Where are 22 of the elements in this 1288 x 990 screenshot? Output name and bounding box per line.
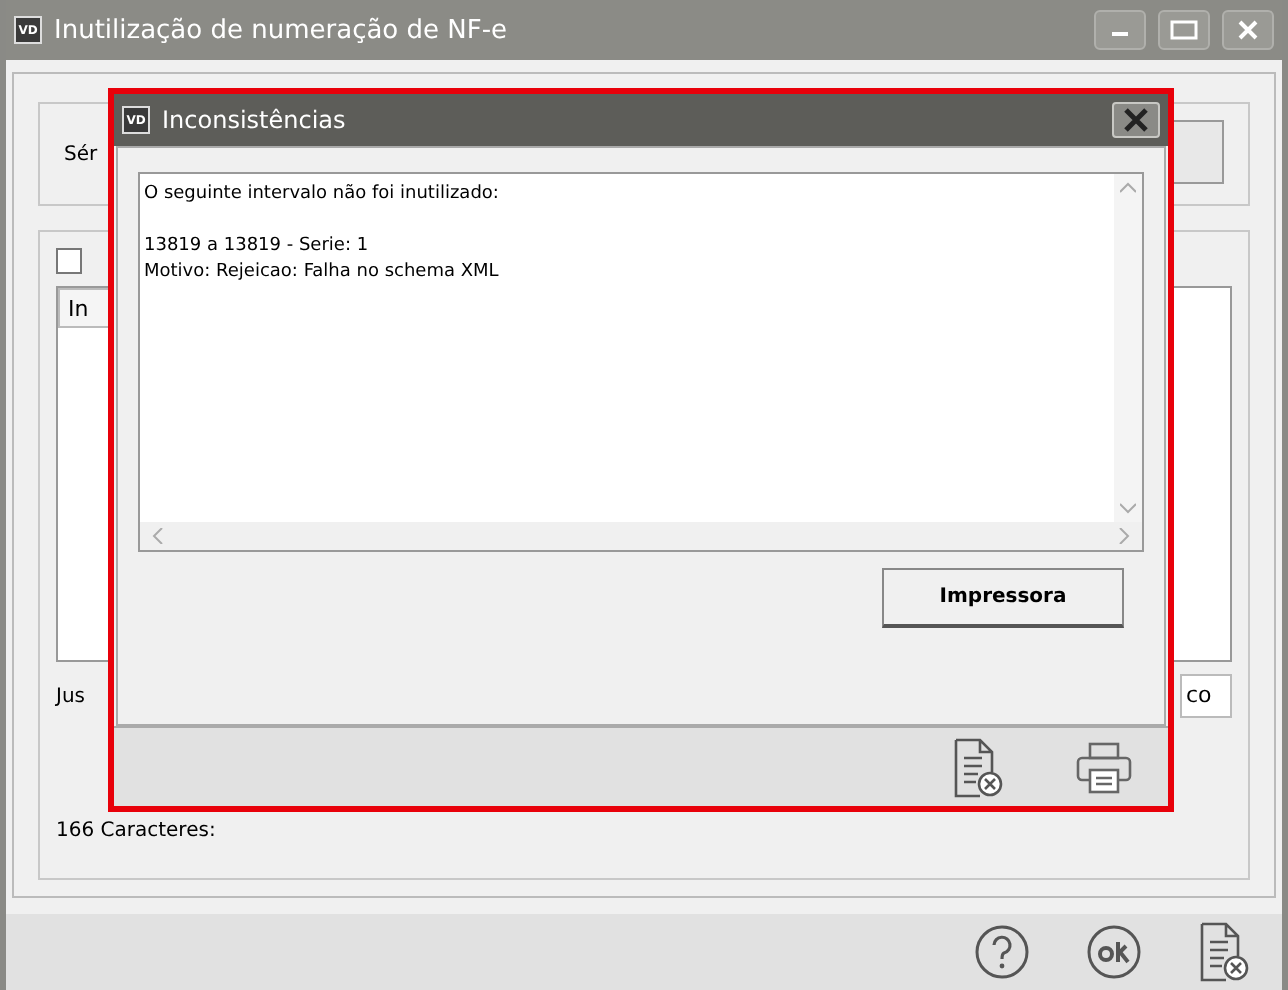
- close-button[interactable]: [1112, 102, 1160, 138]
- scroll-right-icon[interactable]: [1118, 528, 1130, 544]
- maximize-button[interactable]: [1158, 10, 1210, 50]
- close-icon: [1238, 20, 1258, 40]
- message-text: O seguinte intervalo não foi inutilizado: 13819 a 13819 - Serie: 1 Motivo: Rejeicao: Falha no schema XML: [142, 182, 501, 286]
- maximize-icon: [1170, 20, 1198, 40]
- document-cancel-icon: [952, 737, 1004, 797]
- window-title: Inutilização de numeração de NF-e: [54, 15, 510, 45]
- scroll-left-icon[interactable]: [152, 528, 164, 544]
- help-button[interactable]: [974, 924, 1030, 980]
- print-button[interactable]: Impressora: [882, 568, 1124, 628]
- serie-label: Sér: [64, 143, 98, 165]
- dialog-title: Inconsistências: [162, 106, 348, 134]
- close-icon: [1124, 108, 1148, 132]
- document-cancel-icon: [1198, 922, 1250, 982]
- ok-button[interactable]: [1086, 924, 1142, 980]
- printer-icon: [1076, 741, 1132, 793]
- checkbox[interactable]: [56, 248, 82, 274]
- minimize-button[interactable]: [1094, 10, 1146, 50]
- justificativa-label: Jus: [56, 685, 85, 707]
- character-count: 166 Caracteres:: [56, 820, 216, 842]
- justificativa-field[interactable]: co: [1180, 674, 1232, 718]
